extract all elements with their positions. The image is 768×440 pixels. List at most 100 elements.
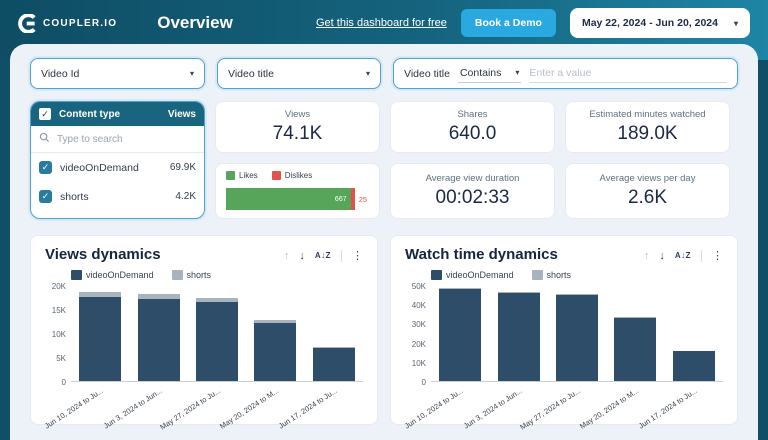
- kpi-avg-views-per-day: Average views per day 2.6K: [565, 163, 730, 219]
- views-dynamics-chart: Views dynamics ↑ ↓ A↓Z ⋮ videoOnDemand s…: [30, 235, 378, 425]
- y-tick-label: 5K: [56, 354, 66, 363]
- sort-ascending-icon[interactable]: ↑: [284, 251, 290, 262]
- get-dashboard-link[interactable]: Get this dashboard for free: [316, 17, 447, 29]
- legend-item-shorts[interactable]: shorts: [172, 270, 212, 280]
- page-title: Overview: [157, 13, 233, 33]
- likes-swatch: [226, 171, 235, 180]
- legend-item-videoOnDemand[interactable]: videoOnDemand: [71, 270, 154, 280]
- filter-video-id[interactable]: Video Id ▾: [30, 58, 205, 89]
- chevron-down-icon: ▾: [515, 68, 519, 77]
- kebab-menu-icon[interactable]: ⋮: [712, 251, 723, 262]
- select-all-checkbox[interactable]: ✓: [39, 108, 51, 120]
- sort-alphabetical-icon[interactable]: A↓Z: [675, 252, 691, 260]
- sort-descending-icon[interactable]: ↓: [299, 251, 305, 262]
- bar-segment-videoOnDemand: [79, 297, 121, 381]
- row-value: 69.9K: [170, 162, 196, 173]
- date-range-picker[interactable]: May 22, 2024 - Jun 20, 2024 ▾: [570, 8, 750, 38]
- chevron-down-icon: ▾: [734, 19, 738, 28]
- chart-toolbar: ↑ ↓ A↓Z ⋮: [284, 250, 363, 262]
- book-demo-button[interactable]: Book a Demo: [461, 9, 556, 37]
- y-tick-label: 0: [422, 378, 426, 387]
- plot: [431, 286, 723, 382]
- bar-segment-videoOnDemand: [196, 302, 238, 381]
- kpi-label: Average view duration: [426, 173, 520, 184]
- legend-item-likes[interactable]: Likes: [226, 171, 258, 180]
- x-tick-label: Jun 10, 2024 to Ju...: [43, 386, 105, 431]
- legend-item-shorts[interactable]: shorts: [532, 270, 572, 280]
- y-tick-label: 0: [62, 378, 66, 387]
- row-label: videoOnDemand: [60, 162, 162, 174]
- sort-alphabetical-icon[interactable]: A↓Z: [315, 252, 331, 260]
- kpi-value: 00:02:33: [436, 187, 510, 209]
- stacked-bar: [614, 317, 656, 381]
- bar-segment-videoOnDemand: [673, 351, 715, 381]
- kpi-grid: ✓ Content type Views ✓ videoOnDemand 69.…: [30, 101, 738, 219]
- kebab-menu-icon[interactable]: ⋮: [352, 251, 363, 262]
- stacked-bar: [313, 347, 355, 381]
- checkbox-checked[interactable]: ✓: [39, 190, 52, 203]
- chart-plot-area: 20K15K10K5K0: [45, 286, 363, 382]
- dislikes-swatch: [272, 171, 281, 180]
- row-label: shorts: [60, 191, 167, 203]
- filter-video-title-label: Video title: [228, 68, 274, 80]
- content-type-title: Content type: [59, 109, 160, 120]
- kpi-label: Estimated minutes watched: [589, 109, 705, 120]
- likes-value: 667: [335, 196, 347, 203]
- legend-label: videoOnDemand: [446, 270, 514, 280]
- toolbar-divider: [341, 250, 342, 262]
- filter-video-id-label: Video Id: [41, 68, 79, 80]
- coupler-logo-icon: [18, 14, 37, 33]
- y-tick-label: 40K: [412, 301, 426, 310]
- bar-column: [606, 286, 664, 381]
- stacked-bar: [439, 288, 481, 381]
- series-swatch: [71, 270, 82, 280]
- content-type-search: [31, 126, 204, 153]
- bar-segment-videoOnDemand: [313, 348, 355, 381]
- series-swatch: [172, 270, 183, 280]
- condition-value-input[interactable]: [529, 65, 727, 83]
- content-type-panel-header: ✓ Content type Views: [31, 102, 204, 126]
- kpi-value: 640.0: [449, 123, 497, 145]
- toolbar-divider: [701, 250, 702, 262]
- plot: [71, 286, 363, 382]
- y-tick-label: 20K: [52, 282, 66, 291]
- search-input[interactable]: [57, 134, 196, 145]
- list-item-videoOnDemand[interactable]: ✓ videoOnDemand 69.9K: [31, 153, 204, 182]
- kpi-label: Average views per day: [600, 173, 696, 184]
- legend-item-videoOnDemand[interactable]: videoOnDemand: [431, 270, 514, 280]
- bar-column: [548, 286, 606, 381]
- chart-plot-area: 50K40K30K20K10K0: [405, 286, 723, 382]
- likes-dislikes-card: Likes Dislikes 667 25: [215, 163, 380, 219]
- bar-column: [305, 286, 363, 381]
- chevron-down-icon: ▾: [366, 69, 370, 78]
- sort-ascending-icon[interactable]: ↑: [644, 251, 650, 262]
- bar-segment-videoOnDemand: [498, 293, 540, 381]
- sort-descending-icon[interactable]: ↓: [659, 251, 665, 262]
- kpi-views: Views 74.1K: [215, 101, 380, 153]
- dislikes-bar-segment: [351, 188, 355, 210]
- stacked-bar: [254, 320, 296, 381]
- chart-legend: videoOnDemand shorts: [431, 270, 723, 280]
- y-tick-label: 15K: [52, 306, 66, 315]
- list-item-shorts[interactable]: ✓ shorts 4.2K: [31, 182, 204, 211]
- filter-video-title[interactable]: Video title ▾: [217, 58, 381, 89]
- stacked-bar: [79, 292, 121, 381]
- dashboard-content: Video Id ▾ Video title ▾ Video title Con…: [10, 44, 758, 440]
- checkbox-checked[interactable]: ✓: [39, 161, 52, 174]
- stacked-bar: [138, 294, 180, 381]
- legend-label: shorts: [187, 270, 212, 280]
- x-tick-label: Jun 10, 2024 to Ju...: [403, 386, 465, 431]
- condition-operator-select[interactable]: Contains ▾: [458, 65, 521, 83]
- bar-column: [71, 286, 129, 381]
- kpi-estimated-minutes: Estimated minutes watched 189.0K: [565, 101, 730, 153]
- condition-field-label: Video title: [404, 68, 450, 80]
- x-tick: Jun 17, 2024 to Ju...: [305, 382, 363, 418]
- legend-item-dislikes[interactable]: Dislikes: [272, 171, 313, 180]
- y-axis: 50K40K30K20K10K0: [405, 286, 431, 382]
- series-swatch: [532, 270, 543, 280]
- bar-segment-videoOnDemand: [614, 318, 656, 381]
- row-value: 4.2K: [175, 191, 196, 202]
- likes-bar-segment: 667: [226, 188, 351, 210]
- kpi-value: 189.0K: [617, 123, 677, 145]
- y-tick-label: 30K: [412, 320, 426, 329]
